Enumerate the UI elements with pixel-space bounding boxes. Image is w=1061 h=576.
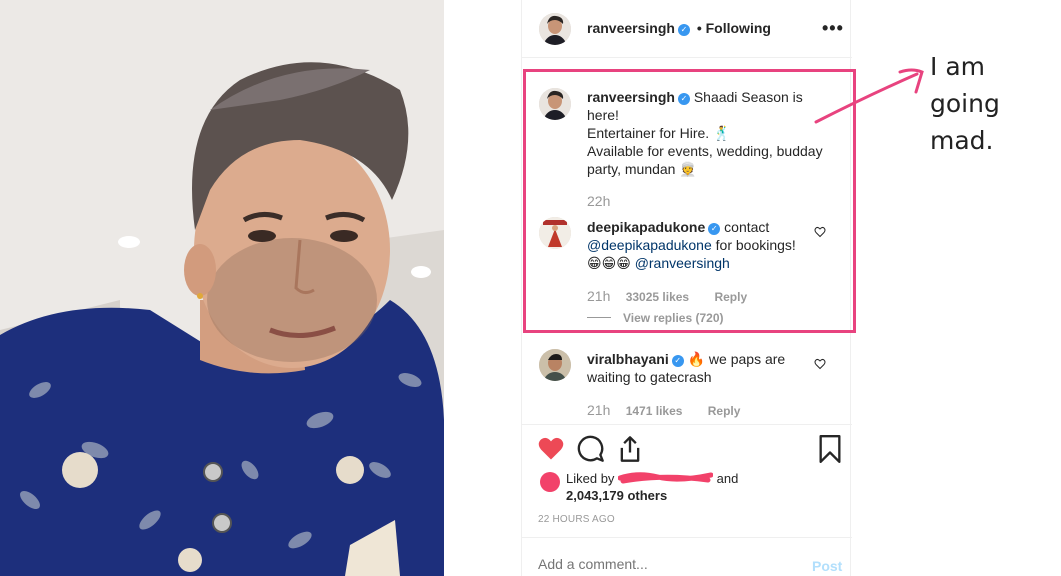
verified-badge-icon: ✓	[671, 355, 684, 367]
reply-button[interactable]: Reply	[708, 404, 741, 418]
comment-icon[interactable]	[577, 435, 605, 463]
verified-badge-icon: ✓	[677, 24, 690, 36]
comment-age[interactable]: 21h	[587, 402, 610, 418]
actions-divider	[522, 424, 852, 425]
comment-username[interactable]: viralbhayani	[587, 351, 669, 367]
comment-text: viralbhayani ✓ 🔥 we paps are waiting to g…	[587, 350, 817, 386]
more-icon[interactable]: •••	[822, 18, 844, 39]
liked-by-suffix: and	[716, 471, 739, 486]
follow-button[interactable]: Following	[706, 20, 771, 36]
fire-emoji-icon: 🔥	[687, 351, 706, 367]
highlight-box	[523, 69, 856, 333]
post-username-text[interactable]: ranveersingh	[587, 20, 675, 36]
comment-likes[interactable]: 1471 likes	[626, 404, 683, 418]
comment-input[interactable]	[538, 556, 778, 572]
add-comment-bar: Post	[522, 537, 852, 576]
dot-separator: •	[696, 20, 702, 36]
bookmark-icon[interactable]	[816, 435, 844, 463]
annotation-line: mad.	[930, 126, 994, 155]
annotation-arrow	[814, 68, 924, 124]
portrait-illustration	[0, 0, 444, 576]
redaction-scribble	[617, 472, 714, 484]
annotation-text: I am going mad.	[930, 48, 1000, 159]
post-photo[interactable]	[0, 0, 444, 576]
post-comment-button[interactable]: Post	[812, 558, 842, 574]
annotation-line: going	[930, 89, 1000, 118]
comment-fragment: we paps are	[708, 351, 786, 367]
post-username[interactable]: ranveersingh ✓ • Following	[587, 20, 771, 36]
avatar[interactable]	[539, 13, 571, 45]
comment-meta: 21h 1471 likes Reply	[587, 402, 740, 418]
likes-count[interactable]: 2,043,179 others	[566, 488, 667, 503]
share-icon[interactable]	[616, 435, 644, 463]
annotation-line: I am	[930, 52, 985, 81]
liked-by-line: Liked by and	[566, 470, 738, 488]
comment-fragment: waiting to gatecrash	[587, 369, 712, 385]
heart-icon[interactable]	[537, 435, 565, 463]
post-header: ranveersingh ✓ • Following •••	[522, 0, 852, 58]
liked-by-prefix: Liked by	[566, 471, 615, 486]
commenter-avatar[interactable]	[539, 349, 571, 381]
post-timestamp[interactable]: 22 HOURS AGO	[538, 514, 615, 525]
like-comment-heart-icon[interactable]	[814, 358, 826, 370]
redaction-scribble-avatar	[540, 472, 560, 492]
